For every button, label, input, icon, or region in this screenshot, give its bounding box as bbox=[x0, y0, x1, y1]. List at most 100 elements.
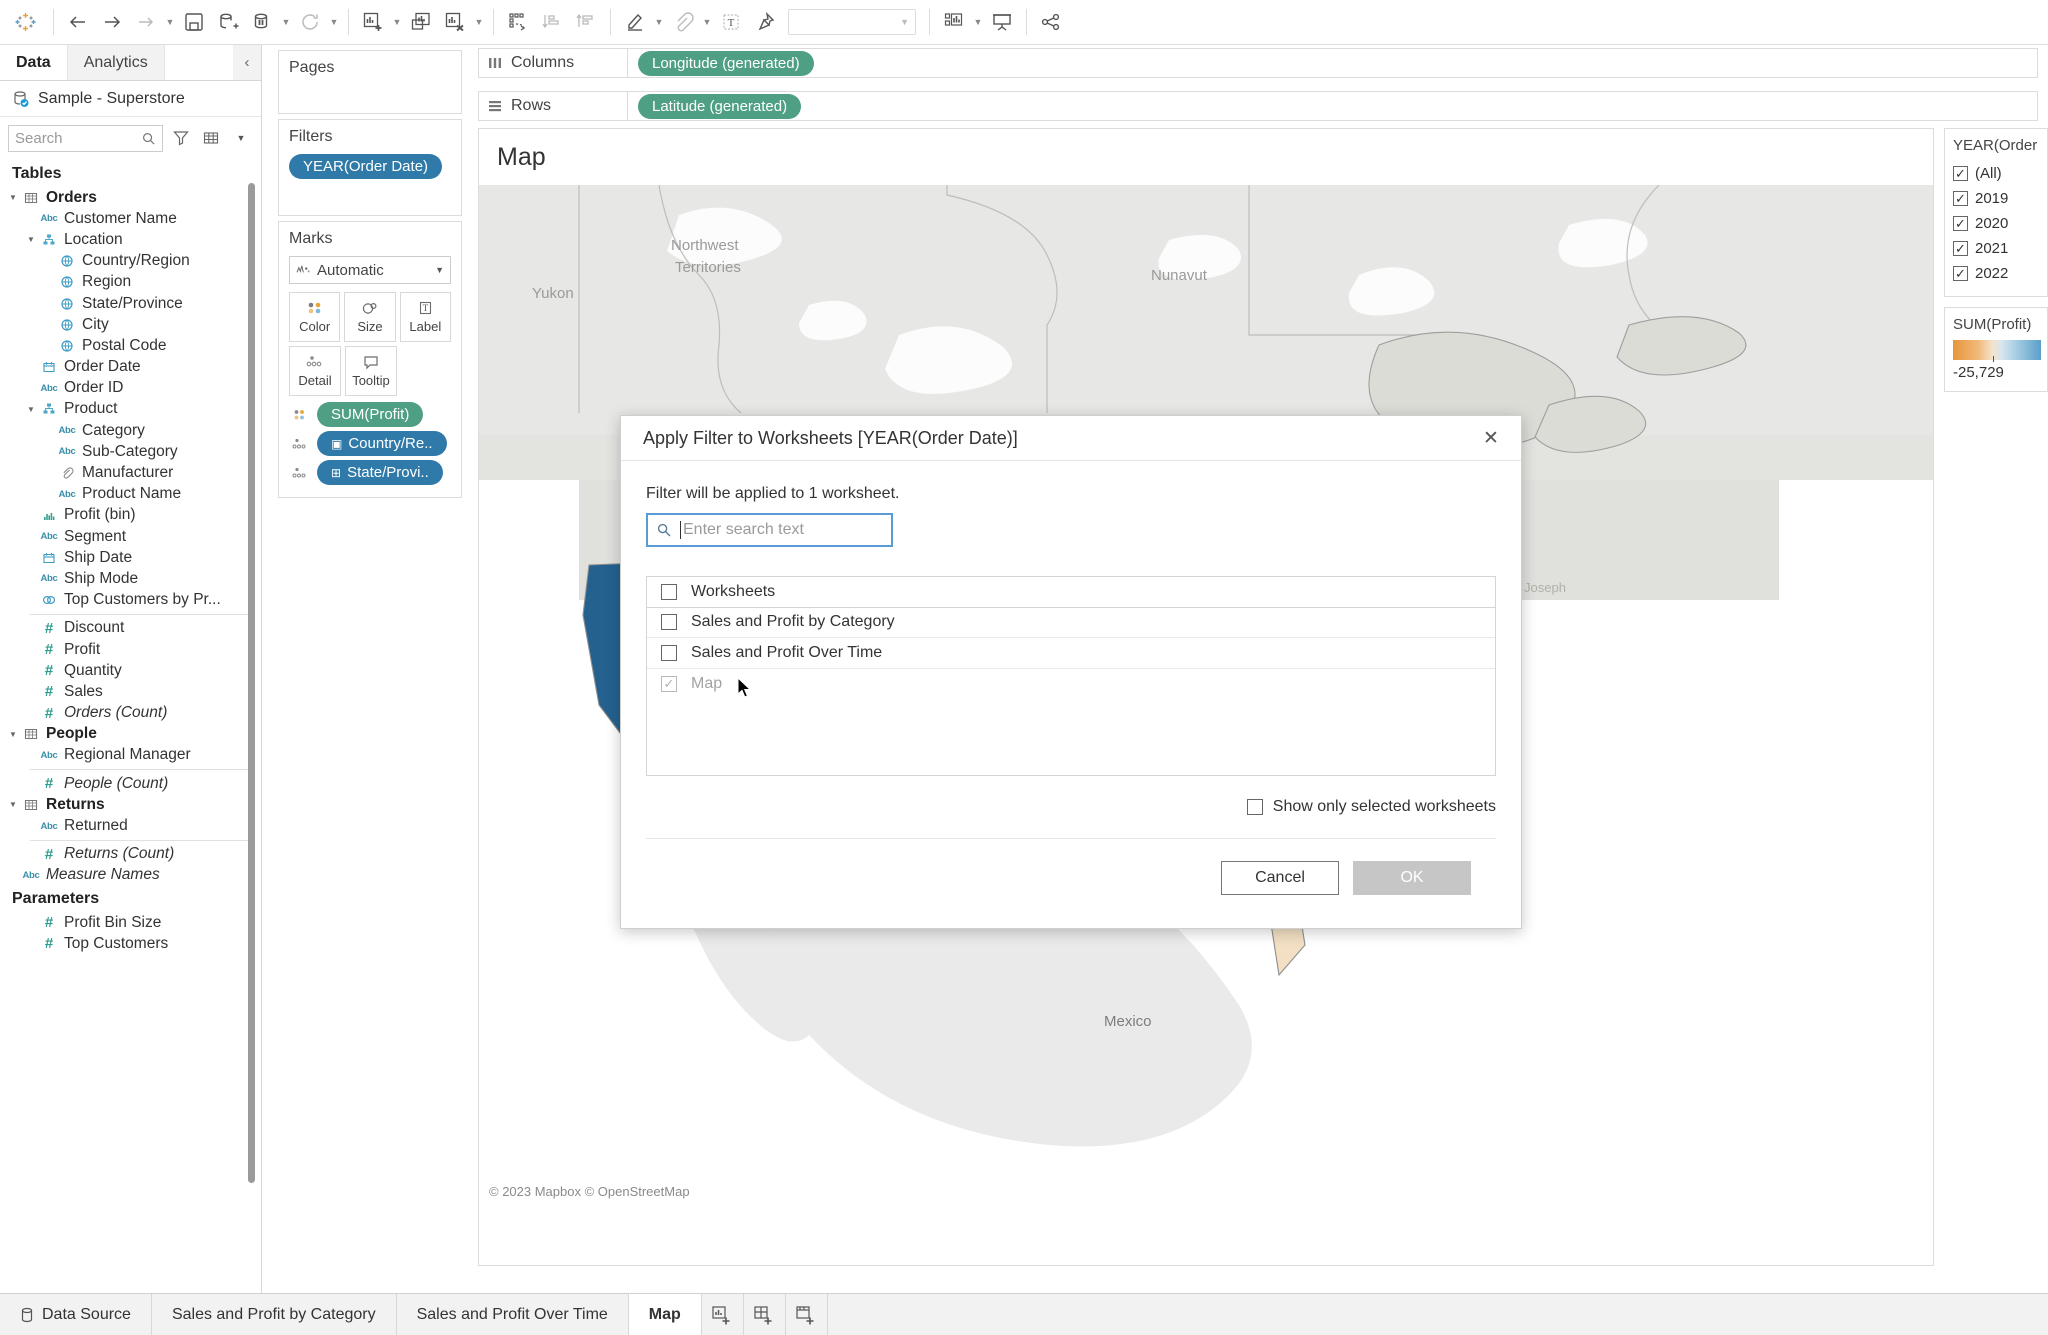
highlight-dropdown-caret[interactable]: ▼ bbox=[652, 5, 666, 39]
color-legend-card[interactable]: SUM(Profit) -25,729 bbox=[1944, 307, 2048, 392]
filter-pill-year-order-date[interactable]: YEAR(Order Date) bbox=[289, 154, 443, 179]
field-item[interactable]: ▼ People bbox=[0, 724, 261, 745]
presentation-mode-icon[interactable] bbox=[985, 5, 1019, 39]
show-me-icon[interactable] bbox=[937, 5, 971, 39]
save-icon[interactable] bbox=[177, 5, 211, 39]
field-item[interactable]: Country/Region bbox=[0, 251, 261, 272]
attach-icon[interactable] bbox=[666, 5, 700, 39]
text-annotation-icon[interactable]: T bbox=[714, 5, 748, 39]
field-item[interactable]: Order Date bbox=[0, 357, 261, 378]
filter-fields-icon[interactable] bbox=[169, 126, 193, 150]
field-item[interactable]: Manufacturer bbox=[0, 462, 261, 483]
field-item[interactable]: ▼ Location bbox=[0, 229, 261, 250]
field-item[interactable]: Abc Regional Manager bbox=[0, 745, 261, 766]
mark-label-button[interactable]: T Label bbox=[399, 292, 451, 342]
filters-card[interactable]: Filters YEAR(Order Date) bbox=[278, 119, 462, 216]
field-item[interactable]: ▼ Orders bbox=[0, 187, 261, 208]
field-list-scrollbar-track[interactable] bbox=[248, 159, 258, 1293]
field-item[interactable]: Profit (bin) bbox=[0, 505, 261, 526]
marks-pill-row[interactable]: ⊞ State/Provi.. bbox=[279, 458, 461, 487]
refresh-dropdown-caret[interactable]: ▼ bbox=[327, 5, 341, 39]
field-item[interactable]: Abc Measure Names bbox=[0, 865, 261, 886]
field-item[interactable]: ▼ Product bbox=[0, 399, 261, 420]
field-item[interactable]: Postal Code bbox=[0, 335, 261, 356]
undo-icon[interactable] bbox=[129, 5, 163, 39]
tab-analytics[interactable]: Analytics bbox=[67, 45, 165, 80]
field-item[interactable]: # Top Customers bbox=[0, 933, 261, 954]
map-canvas[interactable]: Yukon Northwest Territories Nunavut Cana… bbox=[479, 185, 1933, 1207]
rows-shelf[interactable]: Rows Latitude (generated) bbox=[478, 91, 2038, 121]
year-filter-item[interactable]: (All) bbox=[1953, 161, 2039, 186]
year-filter-card[interactable]: YEAR(Order D (All) 2019 2020 2021 2022 bbox=[1944, 128, 2048, 297]
field-item[interactable]: Abc Sub-Category bbox=[0, 441, 261, 462]
mark-tooltip-button[interactable]: Tooltip bbox=[345, 346, 397, 396]
field-options-caret[interactable]: ▼ bbox=[229, 126, 253, 150]
refresh-icon[interactable] bbox=[293, 5, 327, 39]
year-filter-item[interactable]: 2019 bbox=[1953, 186, 2039, 211]
marks-pill[interactable]: ▣ Country/Re.. bbox=[317, 431, 447, 456]
pause-dropdown-caret[interactable]: ▼ bbox=[279, 5, 293, 39]
marks-type-dropdown[interactable]: Automatic ▼ bbox=[289, 256, 451, 284]
sheet-tab[interactable]: Sales and Profit Over Time bbox=[397, 1294, 629, 1335]
checkbox[interactable] bbox=[1953, 241, 1968, 256]
pages-card[interactable]: Pages bbox=[278, 50, 462, 114]
tab-data-source[interactable]: Data Source bbox=[0, 1294, 152, 1335]
new-dashboard-tab-icon[interactable] bbox=[744, 1294, 786, 1335]
tab-data[interactable]: Data bbox=[0, 45, 68, 80]
clear-sheet-icon[interactable] bbox=[438, 5, 472, 39]
marks-pill-row[interactable]: ▣ Country/Re.. bbox=[279, 429, 461, 458]
sort-ascending-icon[interactable] bbox=[535, 5, 569, 39]
year-filter-item[interactable]: 2020 bbox=[1953, 211, 2039, 236]
new-worksheet-tab-icon[interactable] bbox=[702, 1294, 744, 1335]
show-me-dropdown-caret[interactable]: ▼ bbox=[971, 5, 985, 39]
field-list-scrollbar-thumb[interactable] bbox=[248, 183, 255, 1183]
marks-pill[interactable]: ⊞ State/Provi.. bbox=[317, 460, 443, 485]
field-item[interactable]: # Sales bbox=[0, 681, 261, 702]
fix-axis-pin-icon[interactable] bbox=[748, 5, 782, 39]
detail-icon[interactable] bbox=[289, 466, 311, 480]
chevron-down-icon[interactable]: ▼ bbox=[24, 405, 38, 414]
year-filter-item[interactable]: 2021 bbox=[1953, 236, 2039, 261]
marks-pill-row[interactable]: SUM(Profit) bbox=[279, 400, 461, 429]
mark-detail-button[interactable]: Detail bbox=[289, 346, 341, 396]
columns-shelf-dropzone[interactable]: Longitude (generated) bbox=[628, 48, 2038, 78]
sheet-tab[interactable]: Sales and Profit by Category bbox=[152, 1294, 397, 1335]
rows-pill-latitude[interactable]: Latitude (generated) bbox=[638, 93, 802, 119]
field-item[interactable]: Ship Date bbox=[0, 547, 261, 568]
new-worksheet-dropdown-caret[interactable]: ▼ bbox=[390, 5, 404, 39]
swap-rows-columns-icon[interactable] bbox=[501, 5, 535, 39]
data-source-row[interactable]: Sample - Superstore bbox=[0, 81, 261, 117]
mark-color-button[interactable]: Color bbox=[289, 292, 341, 342]
field-item[interactable]: # Profit Bin Size bbox=[0, 912, 261, 933]
field-item[interactable]: ▼ Returns bbox=[0, 794, 261, 815]
field-item[interactable]: # Returns (Count) bbox=[0, 844, 261, 865]
columns-shelf[interactable]: Columns Longitude (generated) bbox=[478, 48, 2038, 78]
chevron-down-icon[interactable]: ▼ bbox=[6, 193, 20, 202]
attach-dropdown-caret[interactable]: ▼ bbox=[700, 5, 714, 39]
color-legend-gradient[interactable] bbox=[1953, 340, 2041, 362]
field-item[interactable]: Region bbox=[0, 272, 261, 293]
field-item[interactable]: Abc Product Name bbox=[0, 484, 261, 505]
search-input[interactable]: Search bbox=[8, 124, 163, 152]
checkbox[interactable] bbox=[1953, 166, 1968, 181]
new-data-source-icon[interactable] bbox=[211, 5, 245, 39]
new-story-tab-icon[interactable] bbox=[786, 1294, 828, 1335]
field-item[interactable]: # Orders (Count) bbox=[0, 703, 261, 724]
chevron-down-icon[interactable]: ▼ bbox=[6, 730, 20, 739]
field-item[interactable]: Abc Segment bbox=[0, 526, 261, 547]
color-icon[interactable] bbox=[289, 408, 311, 422]
year-filter-item[interactable]: 2022 bbox=[1953, 261, 2039, 286]
collapse-pane-icon[interactable]: ‹ bbox=[233, 45, 261, 80]
tableau-logo-icon[interactable] bbox=[6, 5, 46, 39]
field-item[interactable]: # Profit bbox=[0, 639, 261, 660]
field-item[interactable]: City bbox=[0, 314, 261, 335]
forward-icon[interactable] bbox=[95, 5, 129, 39]
checkbox[interactable] bbox=[1953, 216, 1968, 231]
field-item[interactable]: Abc Customer Name bbox=[0, 208, 261, 229]
field-item[interactable]: State/Province bbox=[0, 293, 261, 314]
chevron-down-icon[interactable]: ▼ bbox=[24, 235, 38, 244]
field-item[interactable]: # Quantity bbox=[0, 660, 261, 681]
field-item[interactable]: Abc Order ID bbox=[0, 378, 261, 399]
undo-dropdown-caret[interactable]: ▼ bbox=[163, 5, 177, 39]
view-data-grid-icon[interactable] bbox=[199, 126, 223, 150]
